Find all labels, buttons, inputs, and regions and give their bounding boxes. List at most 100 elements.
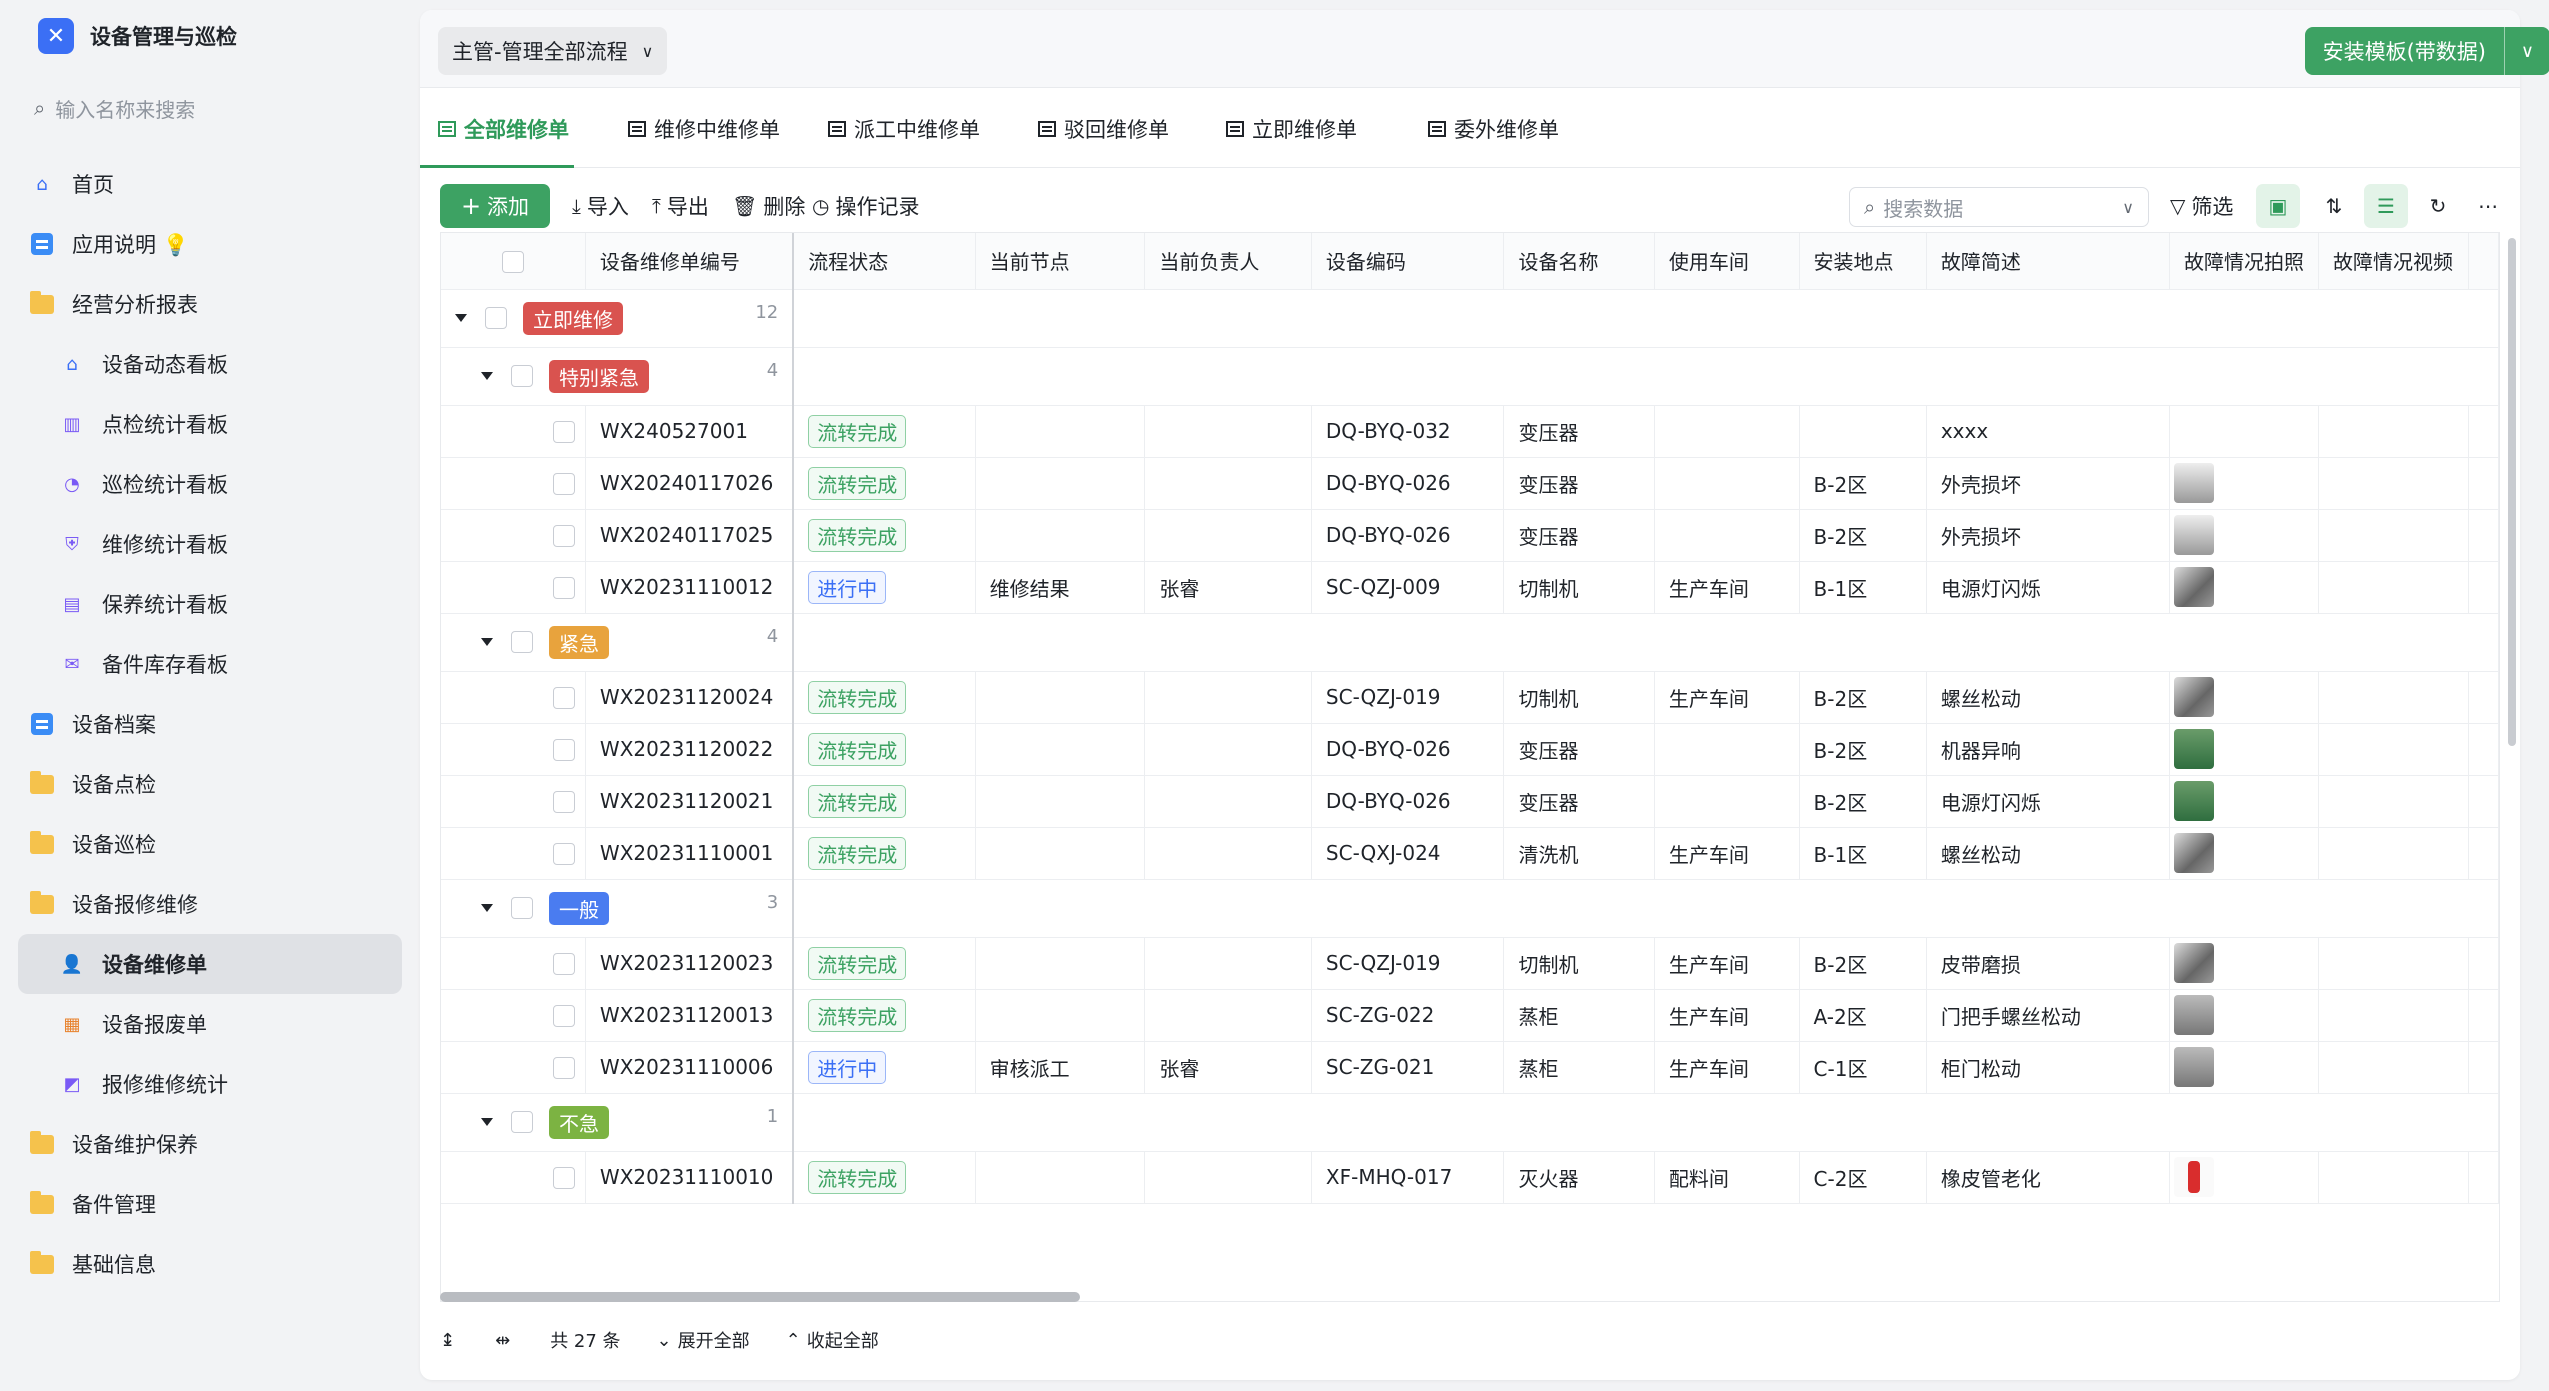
row-select-cell[interactable] bbox=[441, 509, 586, 562]
cell-fault[interactable]: 电源灯闪烁 bbox=[1926, 775, 2171, 828]
cell-photo[interactable] bbox=[2169, 1041, 2320, 1094]
sidebar-item[interactable]: 备件管理 bbox=[18, 1174, 402, 1234]
cell-loc[interactable]: B-2区 bbox=[1799, 775, 1927, 828]
chevron-down-icon[interactable]: ∨ bbox=[2504, 27, 2549, 75]
cell-status[interactable]: 流转完成 bbox=[793, 1151, 976, 1204]
cell-photo[interactable] bbox=[2169, 937, 2320, 990]
cell-video[interactable] bbox=[2318, 561, 2469, 614]
cell-id[interactable]: WX20231120022 bbox=[585, 723, 795, 776]
more-icon[interactable]: ⋯ bbox=[2466, 184, 2510, 228]
row-checkbox[interactable] bbox=[552, 953, 575, 976]
sidebar-item[interactable]: ▤ 保养统计看板 bbox=[18, 574, 402, 634]
cell-owner[interactable]: 张睿 bbox=[1144, 1041, 1312, 1094]
cell-code[interactable]: SC-QXJ-024 bbox=[1311, 827, 1505, 880]
cell-fault[interactable]: 螺丝松动 bbox=[1926, 671, 2171, 724]
cell-fault[interactable]: 柜门松动 bbox=[1926, 1041, 2171, 1094]
cell-name[interactable]: 切制机 bbox=[1503, 561, 1655, 614]
select-all-cell[interactable] bbox=[441, 233, 586, 290]
group-checkbox[interactable] bbox=[511, 365, 533, 387]
cell-owner[interactable] bbox=[1144, 937, 1312, 990]
fault-photo-thumbnail[interactable] bbox=[2174, 463, 2215, 503]
column-header[interactable]: 故障情况拍照 bbox=[2169, 233, 2320, 290]
row-select-cell[interactable] bbox=[441, 937, 586, 990]
cell-id[interactable]: WX20231110001 bbox=[585, 827, 795, 880]
cell-code[interactable]: DQ-BYQ-032 bbox=[1311, 405, 1505, 458]
search-input[interactable]: ⌕ 搜索数据 ∨ bbox=[1849, 187, 2149, 227]
tab[interactable]: 立即维修单 bbox=[1226, 90, 1357, 168]
sidebar-item[interactable]: ⌂ 设备动态看板 bbox=[18, 334, 402, 394]
row-checkbox[interactable] bbox=[552, 739, 575, 762]
group-row[interactable]: 一般 3 bbox=[441, 879, 2499, 938]
row-select-cell[interactable] bbox=[441, 671, 586, 724]
column-header[interactable]: 故障简述 bbox=[1926, 233, 2171, 290]
collapse-all-button[interactable]: ⌃ 收起全部 bbox=[786, 1327, 879, 1353]
cell-status[interactable]: 流转完成 bbox=[793, 509, 976, 562]
cell-status[interactable]: 流转完成 bbox=[793, 457, 976, 510]
cell-node[interactable]: 维修结果 bbox=[975, 561, 1146, 614]
add-button[interactable]: + 添加 bbox=[440, 184, 550, 228]
tab[interactable]: 驳回维修单 bbox=[1038, 90, 1169, 168]
cell-id[interactable]: WX20231110006 bbox=[585, 1041, 795, 1094]
cell-name[interactable]: 蒸柜 bbox=[1503, 1041, 1655, 1094]
cell-id[interactable]: WX20231120021 bbox=[585, 775, 795, 828]
cell-status[interactable]: 流转完成 bbox=[793, 671, 976, 724]
group-header-cell[interactable]: 一般 3 bbox=[441, 879, 795, 938]
cell-id[interactable]: WX20231110012 bbox=[585, 561, 795, 614]
sidebar-item[interactable]: 设备巡检 bbox=[18, 814, 402, 874]
sidebar-search[interactable]: ⌕ 输入名称来搜索 bbox=[34, 92, 195, 124]
cell-status[interactable]: 流转完成 bbox=[793, 775, 976, 828]
fault-photo-thumbnail[interactable] bbox=[2174, 567, 2215, 607]
group-header-cell[interactable]: 不急 1 bbox=[441, 1093, 795, 1152]
cell-code[interactable]: SC-QZJ-019 bbox=[1311, 671, 1505, 724]
horizontal-scrollbar[interactable] bbox=[440, 1292, 1080, 1302]
table-row[interactable]: WX20231120013 流转完成 SC-ZG-022 蒸柜 生产车间 A-2区 门把手螺… bbox=[441, 989, 2499, 1042]
column-header[interactable]: 设备编码 bbox=[1311, 233, 1505, 290]
cell-code[interactable]: SC-QZJ-019 bbox=[1311, 937, 1505, 990]
cell-loc[interactable]: A-2区 bbox=[1799, 989, 1927, 1042]
cell-owner[interactable] bbox=[1144, 723, 1312, 776]
cell-video[interactable] bbox=[2318, 671, 2469, 724]
expand-all-button[interactable]: ⌄ 展开全部 bbox=[657, 1327, 750, 1353]
cell-fault[interactable]: 机器异响 bbox=[1926, 723, 2171, 776]
row-checkbox[interactable] bbox=[552, 525, 575, 548]
sidebar-item[interactable]: 经营分析报表 bbox=[18, 274, 402, 334]
row-select-cell[interactable] bbox=[441, 775, 586, 828]
cell-id[interactable]: WX20240117025 bbox=[585, 509, 795, 562]
group-view-icon[interactable]: ☰ bbox=[2364, 184, 2408, 228]
group-checkbox[interactable] bbox=[485, 307, 507, 329]
group-header-cell[interactable]: 特别紧急 4 bbox=[441, 347, 795, 406]
cell-video[interactable] bbox=[2318, 405, 2469, 458]
column-header[interactable]: 故障情况视频 bbox=[2318, 233, 2469, 290]
fault-photo-thumbnail[interactable] bbox=[2174, 515, 2215, 555]
cell-owner[interactable] bbox=[1144, 509, 1312, 562]
row-select-cell[interactable] bbox=[441, 1151, 586, 1204]
table-row[interactable]: WX20231110012 进行中 维修结果 张睿 SC-QZJ-009 切制机 生产车间 B… bbox=[441, 561, 2499, 614]
column-header[interactable]: 当前负责人 bbox=[1144, 233, 1312, 290]
sidebar-item[interactable]: ✉ 备件库存看板 bbox=[18, 634, 402, 694]
tab[interactable]: 维修中维修单 bbox=[628, 90, 780, 168]
table-row[interactable]: WX20231120023 流转完成 SC-QZJ-019 切制机 生产车间 B-2区 皮带… bbox=[441, 937, 2499, 990]
cell-loc[interactable]: C-2区 bbox=[1799, 1151, 1927, 1204]
column-header[interactable]: 使用车间 bbox=[1654, 233, 1800, 290]
row-select-cell[interactable] bbox=[441, 457, 586, 510]
fault-photo-thumbnail[interactable] bbox=[2174, 833, 2215, 873]
sidebar-item[interactable]: 设备档案 bbox=[18, 694, 402, 754]
cell-loc[interactable]: B-2区 bbox=[1799, 671, 1927, 724]
cell-name[interactable]: 切制机 bbox=[1503, 671, 1655, 724]
cell-fault[interactable]: 门把手螺丝松动 bbox=[1926, 989, 2171, 1042]
row-checkbox[interactable] bbox=[552, 1167, 575, 1190]
select-all-checkbox[interactable] bbox=[501, 251, 524, 273]
group-row[interactable]: 立即维修 12 bbox=[441, 289, 2499, 348]
cell-name[interactable]: 变压器 bbox=[1503, 457, 1655, 510]
row-checkbox[interactable] bbox=[552, 843, 575, 866]
cell-owner[interactable] bbox=[1144, 827, 1312, 880]
row-checkbox[interactable] bbox=[552, 421, 575, 444]
cell-video[interactable] bbox=[2318, 1151, 2469, 1204]
group-checkbox[interactable] bbox=[511, 631, 533, 653]
sidebar-item[interactable]: ◩ 报修维修统计 bbox=[18, 1054, 402, 1114]
refresh-icon[interactable]: ↻ bbox=[2416, 184, 2460, 228]
cell-photo[interactable] bbox=[2169, 561, 2320, 614]
row-height-icon[interactable]: ↨ bbox=[440, 1330, 455, 1351]
cell-shop[interactable] bbox=[1654, 457, 1800, 510]
sort-icon[interactable]: ⇅ bbox=[2312, 184, 2356, 228]
